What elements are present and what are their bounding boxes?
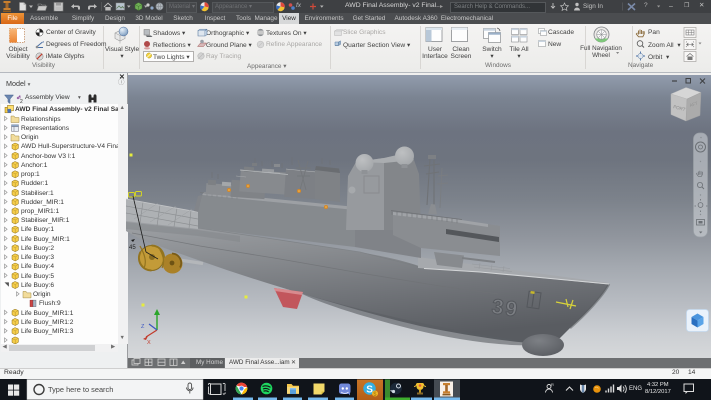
svg-text:R: R	[551, 382, 554, 387]
svg-text:2: 2	[20, 99, 23, 105]
svg-text:39: 39	[490, 295, 520, 322]
svg-text:45: 45	[129, 245, 136, 251]
svg-text:X: X	[147, 340, 151, 346]
svg-text:Z: Z	[141, 324, 145, 330]
